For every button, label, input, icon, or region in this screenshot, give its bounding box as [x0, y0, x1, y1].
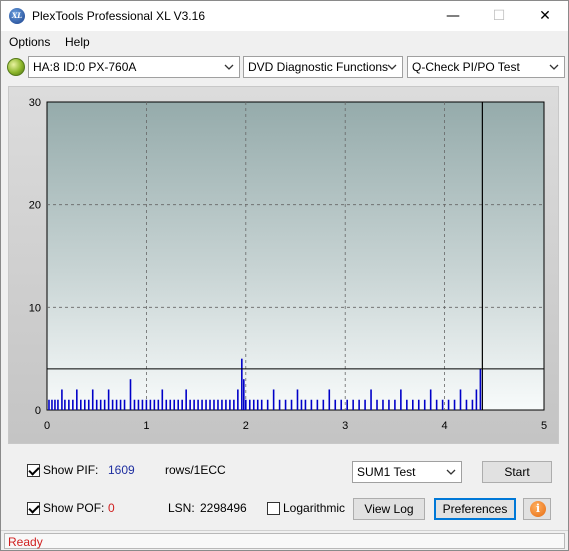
chart-panel: 0 1 2 3 4 5 0 10 20 30	[8, 86, 559, 444]
disc-drive-icon[interactable]	[7, 58, 25, 76]
pif-unit: rows/1ECC	[165, 463, 226, 477]
function-select-value: DVD Diagnostic Functions	[248, 60, 389, 74]
view-log-button[interactable]: View Log	[353, 498, 425, 520]
menu-bar: Options Help	[1, 32, 568, 52]
lsn-label: LSN:	[168, 501, 195, 515]
chevron-down-icon	[549, 64, 559, 70]
logarithmic-label[interactable]: Logarithmic	[283, 501, 345, 515]
pif-value: 1609	[108, 463, 135, 477]
y-tick-label: 0	[35, 405, 41, 417]
sum-test-select-value: SUM1 Test	[357, 465, 416, 479]
chevron-down-icon	[224, 64, 234, 70]
show-pof-checkbox[interactable]	[27, 502, 40, 515]
x-tick-label: 5	[541, 420, 547, 432]
close-button[interactable]: ✕	[522, 1, 568, 31]
drive-select-value: HA:8 ID:0 PX-760A	[33, 60, 137, 74]
test-select-value: Q-Check PI/PO Test	[412, 60, 520, 74]
show-pif-checkbox[interactable]	[27, 464, 40, 477]
logarithmic-checkbox[interactable]	[267, 502, 280, 515]
plextools-logo-icon: XL	[9, 8, 25, 24]
info-button[interactable]: i	[523, 498, 551, 520]
status-field: Ready	[4, 533, 565, 549]
y-tick-label: 30	[29, 97, 41, 109]
x-tick-label: 0	[44, 420, 50, 432]
minimize-button[interactable]: —	[430, 1, 476, 31]
menu-help[interactable]: Help	[65, 35, 90, 49]
show-pof-label[interactable]: Show POF:	[43, 501, 104, 515]
sum-test-select[interactable]: SUM1 Test	[352, 461, 462, 483]
status-text: Ready	[8, 535, 43, 549]
x-tick-label: 1	[143, 420, 149, 432]
status-bar: Ready	[1, 530, 568, 550]
x-tick-label: 3	[342, 420, 348, 432]
x-tick-label: 4	[442, 420, 448, 432]
window-title: PlexTools Professional XL V3.16	[32, 9, 205, 23]
menu-options[interactable]: Options	[9, 35, 50, 49]
info-icon: i	[530, 501, 546, 517]
function-select[interactable]: DVD Diagnostic Functions	[243, 56, 403, 78]
y-tick-label: 20	[29, 200, 41, 212]
app-window: XL PlexTools Professional XL V3.16 — ☐ ✕…	[0, 0, 569, 551]
controls-panel: Show PIF: 1609 rows/1ECC SUM1 Test Start…	[8, 450, 559, 526]
pof-value: 0	[108, 501, 115, 515]
toolbar: HA:8 ID:0 PX-760A DVD Diagnostic Functio…	[1, 54, 568, 80]
lsn-value: 2298496	[200, 501, 247, 515]
title-bar[interactable]: XL PlexTools Professional XL V3.16 — ☐ ✕	[1, 1, 568, 31]
drive-select[interactable]: HA:8 ID:0 PX-760A	[28, 56, 240, 78]
start-button[interactable]: Start	[482, 461, 552, 483]
test-select[interactable]: Q-Check PI/PO Test	[407, 56, 565, 78]
chevron-down-icon	[387, 64, 397, 70]
pi-po-chart: 0 1 2 3 4 5 0 10 20 30	[29, 97, 547, 432]
show-pif-label[interactable]: Show PIF:	[43, 463, 98, 477]
preferences-button[interactable]: Preferences	[434, 498, 516, 520]
y-tick-label: 10	[29, 302, 41, 314]
chevron-down-icon	[446, 469, 456, 475]
x-tick-label: 2	[243, 420, 249, 432]
plot-area	[46, 101, 545, 411]
maximize-button[interactable]: ☐	[476, 1, 522, 31]
